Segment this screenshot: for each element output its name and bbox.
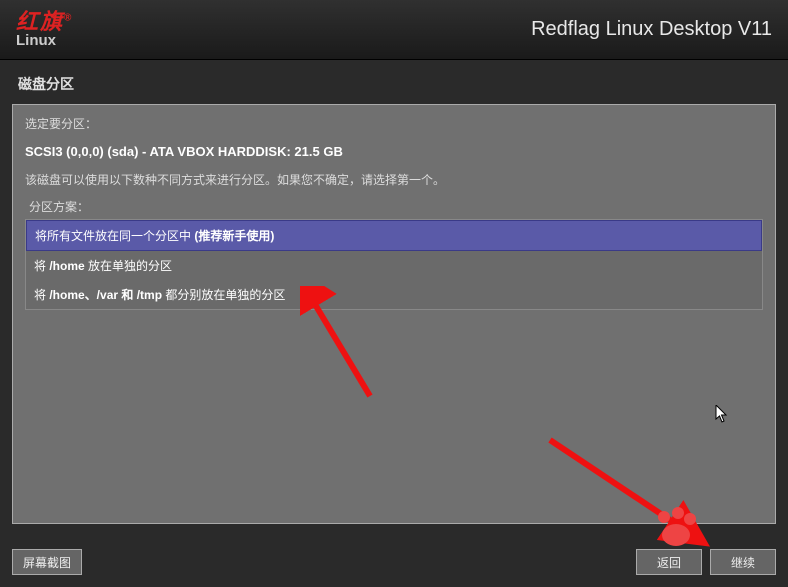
option-separate-home[interactable]: 将 /home 放在单独的分区 [26, 251, 762, 280]
partition-panel: 选定要分区： SCSI3 (0,0,0) (sda) - ATA VBOX HA… [12, 104, 776, 524]
option-separate-all[interactable]: 将 /home、/var 和 /tmp 都分别放在单独的分区 [26, 280, 762, 309]
logo-en-text: Linux [16, 33, 73, 48]
logo: 红旗® Linux [16, 11, 73, 48]
logo-cn-text: 红旗® [16, 11, 73, 33]
screenshot-button[interactable]: 屏幕截图 [12, 549, 82, 575]
select-partition-label: 选定要分区： [25, 115, 763, 132]
options-list: 将所有文件放在同一个分区中 (推荐新手使用) 将 /home 放在单独的分区 将… [25, 219, 763, 310]
hint-text: 该磁盘可以使用以下数种不同方式来进行分区。如果您不确定，请选择第一个。 [25, 171, 763, 188]
option-all-in-one[interactable]: 将所有文件放在同一个分区中 (推荐新手使用) [26, 220, 762, 251]
disk-name: SCSI3 (0,0,0) (sda) - ATA VBOX HARDDISK:… [25, 144, 763, 159]
scheme-label: 分区方案： [25, 198, 763, 215]
continue-button[interactable]: 继续 [710, 549, 776, 575]
footer: 屏幕截图 返回 继续 [12, 549, 776, 575]
app-title: Redflag Linux Desktop V11 [531, 18, 772, 41]
header: 红旗® Linux Redflag Linux Desktop V11 [0, 0, 788, 60]
section-title: 磁盘分区 [0, 60, 788, 104]
back-button[interactable]: 返回 [636, 549, 702, 575]
